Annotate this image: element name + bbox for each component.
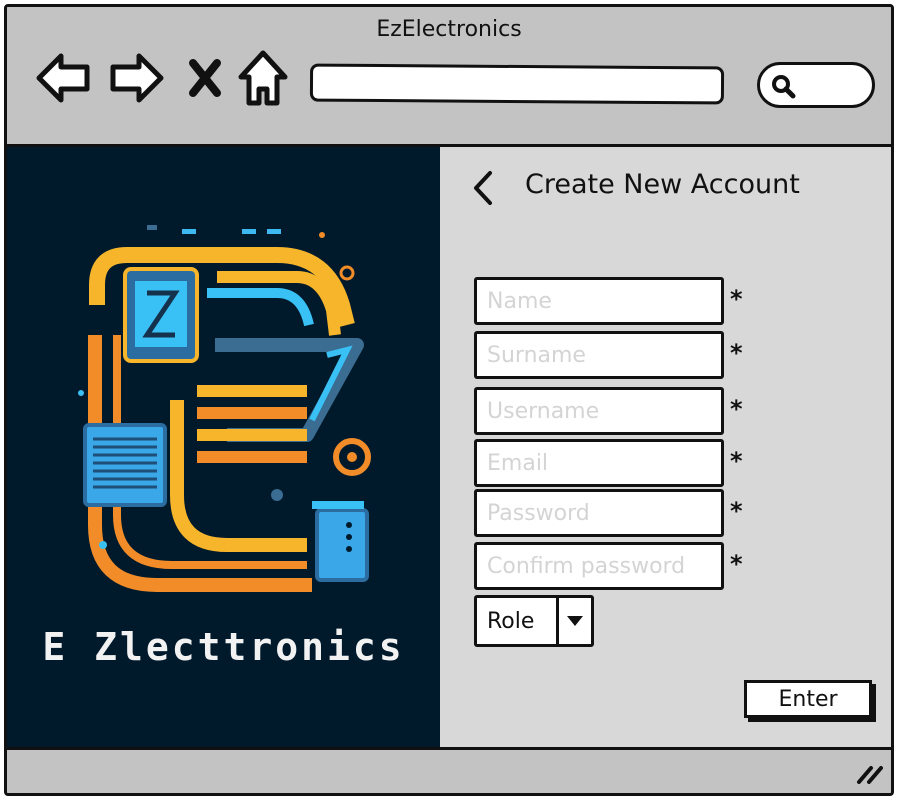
confirm-password-field[interactable] (474, 542, 724, 590)
required-marker: * (730, 395, 743, 423)
triangle-down-icon (559, 598, 591, 644)
create-account-panel: Create New Account * * * * * * Role Ente… (440, 147, 891, 747)
browser-window: EzElectronics E Zlecttronics Create New … (4, 4, 894, 796)
password-field[interactable] (474, 489, 724, 537)
brand-panel: E Zlecttronics (7, 147, 440, 747)
role-selected-value: Role (477, 598, 559, 644)
enter-button[interactable]: Enter (744, 680, 872, 718)
search-box[interactable] (757, 62, 875, 108)
search-icon (772, 75, 796, 99)
close-icon[interactable] (183, 47, 227, 109)
required-marker: * (730, 285, 743, 313)
forward-arrow-icon[interactable] (107, 47, 167, 109)
name-field[interactable] (474, 277, 724, 325)
home-icon[interactable] (235, 47, 291, 109)
address-bar[interactable] (309, 63, 725, 105)
status-bar (7, 747, 891, 793)
required-marker: * (730, 497, 743, 525)
required-marker: * (730, 339, 743, 367)
email-field[interactable] (474, 439, 724, 487)
back-arrow-icon[interactable] (33, 47, 93, 109)
role-dropdown[interactable]: Role (474, 595, 594, 647)
browser-toolbar: EzElectronics (7, 7, 891, 147)
username-field[interactable] (474, 387, 724, 435)
ezelectronics-logo (78, 225, 371, 592)
required-marker: * (730, 447, 743, 475)
resize-grip-icon[interactable] (855, 762, 883, 784)
window-title: EzElectronics (376, 17, 522, 42)
surname-field[interactable] (474, 331, 724, 379)
required-marker: * (730, 550, 743, 578)
chevron-left-icon[interactable] (468, 167, 498, 209)
brand-wordmark: E Zlecttronics (42, 625, 405, 669)
page-title: Create New Account (525, 169, 800, 200)
